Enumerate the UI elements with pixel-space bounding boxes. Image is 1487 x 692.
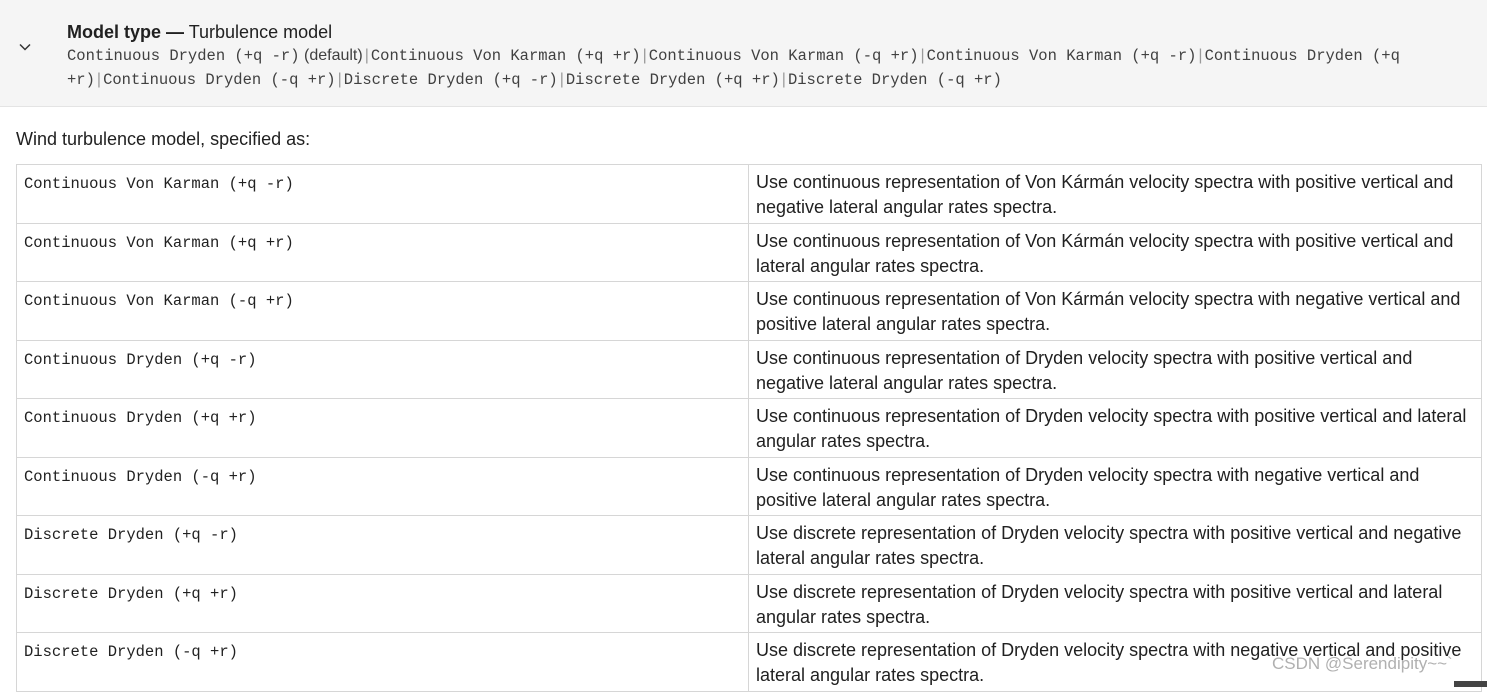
table-row: Continuous Von Karman (+q +r) Use continu… — [16, 222, 1482, 282]
value-separator: | — [337, 71, 342, 88]
model-name-cell: Discrete Dryden (-q +r) — [16, 632, 749, 692]
model-name-cell: Continuous Dryden (+q -r) — [16, 339, 749, 399]
model-description-cell: Use continuous representation of Von Kár… — [748, 164, 1482, 224]
value-option: Discrete Dryden (-q +r) — [787, 71, 1002, 89]
parameter-subtitle: Turbulence model — [188, 22, 333, 42]
default-label: (default) — [304, 47, 363, 64]
value-option: Continuous Dryden (-q +r) — [103, 71, 336, 89]
value-option: Continuous Von Karman (+q +r) — [370, 47, 641, 65]
table-row: Discrete Dryden (+q -r) Use discrete repr… — [16, 515, 1482, 575]
value-option: Continuous Von Karman (-q +r) — [648, 47, 919, 65]
model-description-cell: Use discrete representation of Dryden ve… — [748, 515, 1482, 575]
model-name-cell: Continuous Von Karman (+q +r) — [16, 222, 749, 282]
model-description-cell: Use continuous representation of Dryden … — [748, 398, 1482, 458]
intro-text: Wind turbulence model, specified as: — [16, 129, 311, 149]
model-name-cell: Discrete Dryden (+q +r) — [16, 573, 749, 633]
value-separator: | — [781, 71, 786, 88]
table-row: Continuous Von Karman (+q -r) Use continu… — [16, 164, 1482, 224]
table-row: Continuous Dryden (-q +r) Use continuous … — [16, 456, 1482, 516]
parameter-name: Model type — — [67, 22, 185, 42]
parameter-header[interactable]: Model type — Turbulence model Continuous… — [0, 0, 1487, 107]
table-row: Continuous Dryden (+q +r) Use continuous … — [16, 398, 1482, 458]
parameter-title: Model type — Turbulence model — [67, 20, 332, 44]
value-separator: | — [642, 47, 647, 64]
model-description-cell: Use continuous representation of Von Kár… — [748, 222, 1482, 282]
model-description-cell: Use continuous representation of Dryden … — [748, 339, 1482, 399]
value-separator: | — [1198, 47, 1203, 64]
model-description-cell: Use continuous representation of Dryden … — [748, 456, 1482, 516]
model-name-cell: Continuous Von Karman (-q +r) — [16, 281, 749, 341]
value-separator: | — [364, 47, 369, 64]
model-name-cell: Continuous Dryden (+q +r) — [16, 398, 749, 458]
table-row: Continuous Von Karman (-q +r) Use continu… — [16, 281, 1482, 341]
value-separator: | — [96, 71, 102, 88]
watermark: CSDN @Serendipity~~` — [1272, 654, 1453, 673]
model-table: Continuous Von Karman (+q -r) Use continu… — [16, 164, 1482, 692]
model-description-cell: Use discrete representation of Dryden ve… — [748, 573, 1482, 633]
model-name-cell: Discrete Dryden (+q -r) — [16, 515, 749, 575]
value-separator: | — [920, 47, 925, 64]
chevron-down-icon[interactable] — [18, 40, 32, 54]
value-option: Continuous Dryden (+q -r) — [67, 47, 300, 65]
table-row: Discrete Dryden (+q +r) Use discrete repr… — [16, 573, 1482, 633]
table-row: Discrete Dryden (-q +r) Use discrete repr… — [16, 632, 1482, 692]
model-name-cell: Continuous Dryden (-q +r) — [16, 456, 749, 516]
value-option: Discrete Dryden (+q +r) — [565, 71, 780, 89]
value-option: Discrete Dryden (+q -r) — [343, 71, 558, 89]
model-name-cell: Continuous Von Karman (+q -r) — [16, 164, 749, 224]
parameter-values: Continuous Dryden (+q -r) (default) | Cont… — [67, 44, 1467, 92]
value-option: Continuous Von Karman (+q -r) — [926, 47, 1197, 65]
value-separator: | — [559, 71, 564, 88]
corner-widget — [1454, 681, 1487, 687]
table-row: Continuous Dryden (+q -r) Use continuous … — [16, 339, 1482, 399]
model-description-cell: Use continuous representation of Von Kár… — [748, 281, 1482, 341]
